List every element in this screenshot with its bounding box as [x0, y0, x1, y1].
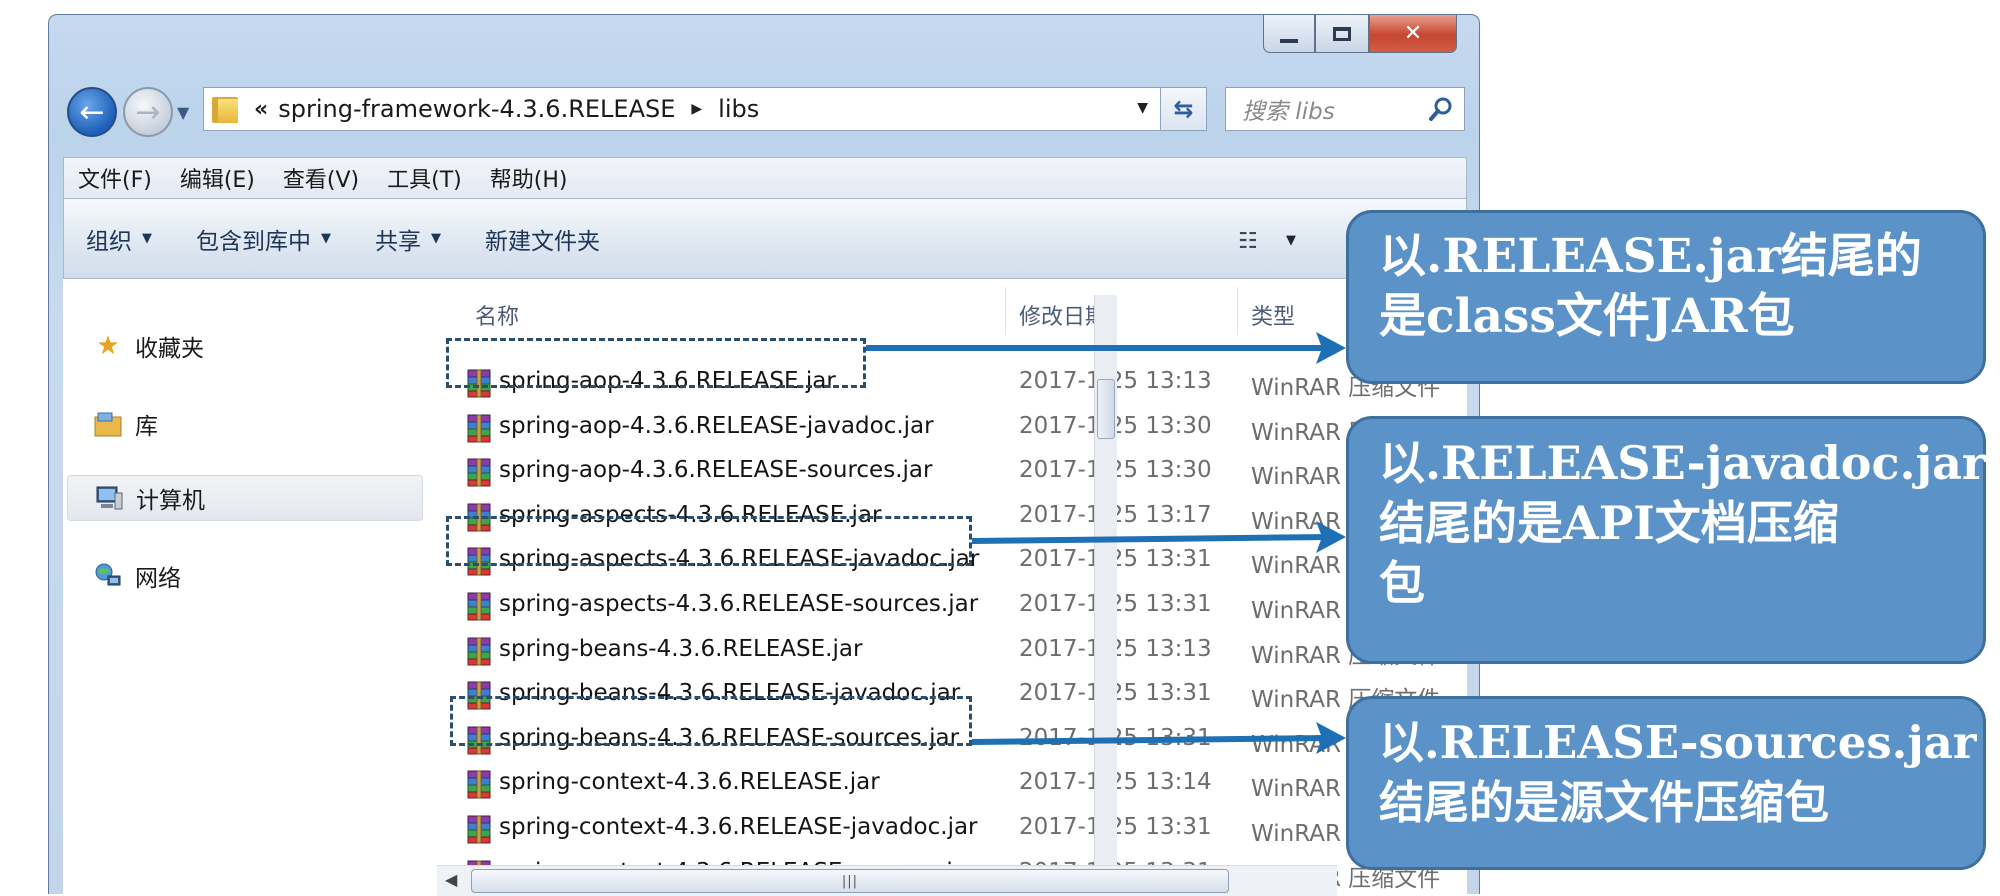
include-in-library-button[interactable]: 包含到库中 ▼	[196, 222, 331, 256]
maximize-button[interactable]	[1315, 15, 1369, 53]
navigation-pane: ★ 收藏夹 库 计算机 网络	[63, 279, 438, 895]
horizontal-scrollbar[interactable]: ◀ |||	[437, 865, 1337, 896]
close-icon: ✕	[1403, 21, 1423, 46]
vertical-scrollbar[interactable]	[1094, 295, 1117, 885]
nav-item-label: 收藏夹	[135, 336, 204, 362]
nav-item-label: 计算机	[136, 488, 205, 514]
nav-item-computer[interactable]: 计算机	[67, 475, 423, 521]
nav-item-label: 库	[135, 414, 158, 440]
refresh-button[interactable]: ⇆	[1161, 87, 1207, 131]
explorer-window: ✕ ← → ▼ « spring-framework-4.3.6.RELEASE…	[48, 14, 1480, 896]
callout-line: 以.RELEASE-sources.jar	[1379, 716, 1977, 769]
callout-sources-jar: 以.RELEASE-sources.jar 结尾的是源文件压缩包	[1346, 696, 1986, 870]
star-icon: ★	[96, 331, 120, 361]
folder-icon	[212, 95, 238, 123]
back-arrow-icon: ←	[79, 94, 105, 130]
callout-release-jar: 以.RELEASE.jar结尾的 是class文件JAR包	[1346, 210, 1986, 384]
winrar-archive-icon	[465, 591, 493, 621]
file-name: spring-context-4.3.6.RELEASE.jar	[499, 769, 880, 796]
network-icon	[93, 561, 123, 591]
callout-line: 以.RELEASE.jar结尾的	[1379, 229, 1922, 284]
address-dropdown-icon[interactable]: ▼	[1137, 100, 1148, 116]
recent-pages-dropdown[interactable]: ▼	[177, 103, 189, 122]
view-options-icon[interactable]: ☷	[1238, 229, 1258, 254]
menu-help[interactable]: 帮助(H)	[476, 162, 582, 194]
nav-item-libraries[interactable]: 库	[93, 407, 158, 441]
column-divider[interactable]	[1237, 287, 1238, 335]
file-name: spring-beans-4.3.6.RELEASE.jar	[499, 635, 863, 662]
menu-file[interactable]: 文件(F)	[64, 162, 166, 194]
column-header-name[interactable]: 名称	[475, 299, 519, 331]
organize-label: 组织	[86, 228, 132, 255]
menu-bar: 文件(F) 编辑(E) 查看(V) 工具(T) 帮助(H)	[63, 157, 1467, 199]
file-row[interactable]: spring-context-4.3.6.RELEASE.jar 2017-1-2…	[437, 764, 1467, 804]
file-name: spring-aop-4.3.6.RELEASE-javadoc.jar	[499, 412, 934, 439]
highlight-box-javadoc-jar	[446, 516, 972, 566]
new-folder-button[interactable]: 新建文件夹	[485, 222, 600, 256]
library-icon	[93, 409, 123, 439]
refresh-icon: ⇆	[1173, 95, 1194, 123]
breadcrumb-overflow[interactable]: «	[254, 97, 268, 122]
file-name: spring-context-4.3.6.RELEASE-javadoc.jar	[499, 814, 978, 840]
search-input[interactable]: 搜索 libs	[1225, 87, 1465, 131]
nav-item-favorites[interactable]: ★ 收藏夹	[93, 329, 204, 363]
scrollbar-thumb[interactable]: |||	[471, 869, 1229, 893]
share-button[interactable]: 共享 ▼	[375, 222, 441, 256]
winrar-archive-icon	[465, 769, 493, 799]
callout-line: 结尾的是源文件压缩包	[1379, 776, 1830, 829]
computer-icon	[94, 483, 124, 513]
forward-arrow-icon: →	[135, 94, 161, 130]
winrar-archive-icon	[465, 636, 493, 666]
scroll-left-arrow-icon[interactable]: ◀	[445, 870, 457, 889]
file-row[interactable]: spring-context-4.3.6.RELEASE-javadoc.jar…	[437, 809, 1467, 849]
file-row[interactable]: spring-aop-4.3.6.RELEASE-javadoc.jar 2017…	[437, 408, 1467, 448]
file-name: spring-aspects-4.3.6.RELEASE-sources.jar	[499, 591, 979, 617]
breadcrumb-spring-framework[interactable]: spring-framework-4.3.6.RELEASE	[278, 95, 675, 123]
callout-line: 是class文件JAR包	[1379, 289, 1795, 344]
back-button[interactable]: ←	[67, 87, 117, 137]
nav-item-label: 网络	[135, 566, 181, 592]
share-label: 共享	[375, 228, 421, 255]
winrar-archive-icon	[465, 413, 493, 443]
include-in-library-label: 包含到库中	[196, 228, 311, 255]
column-header-type[interactable]: 类型	[1251, 299, 1295, 331]
breadcrumb-libs[interactable]: libs	[718, 95, 759, 123]
maximize-icon	[1333, 26, 1351, 41]
winrar-archive-icon	[465, 814, 493, 844]
forward-button[interactable]: →	[123, 87, 173, 137]
scrollbar-thumb[interactable]	[1097, 379, 1115, 439]
menu-edit[interactable]: 编辑(E)	[166, 162, 269, 194]
column-divider[interactable]	[1005, 287, 1006, 335]
minimize-icon	[1280, 38, 1298, 43]
organize-button[interactable]: 组织 ▼	[86, 222, 152, 256]
minimize-button[interactable]	[1263, 15, 1315, 53]
new-folder-label: 新建文件夹	[485, 228, 600, 255]
highlight-box-release-jar	[446, 338, 866, 388]
nav-item-network[interactable]: 网络	[93, 559, 181, 593]
callout-line: 包	[1379, 556, 1425, 610]
winrar-archive-icon	[465, 457, 493, 487]
chevron-down-icon: ▼	[431, 231, 441, 246]
menu-view[interactable]: 查看(V)	[269, 162, 373, 194]
callout-line: 以.RELEASE-javadoc.jar	[1379, 436, 1987, 490]
chevron-down-icon: ▼	[321, 231, 331, 246]
search-placeholder: 搜索 libs	[1242, 99, 1335, 125]
window-caption-buttons: ✕	[1263, 15, 1457, 55]
file-row[interactable]: spring-aspects-4.3.6.RELEASE-sources.jar…	[437, 586, 1467, 626]
file-row[interactable]: spring-aop-4.3.6.RELEASE-sources.jar 2017…	[437, 452, 1467, 492]
file-row[interactable]: spring-beans-4.3.6.RELEASE.jar 2017-1-25 …	[437, 631, 1467, 671]
close-button[interactable]: ✕	[1369, 15, 1457, 53]
view-dropdown-icon[interactable]: ▼	[1286, 233, 1296, 248]
command-bar: 组织 ▼ 包含到库中 ▼ 共享 ▼ 新建文件夹 ☷ ▼	[63, 199, 1467, 279]
address-bar[interactable]: « spring-framework-4.3.6.RELEASE ▶ libs …	[203, 87, 1161, 131]
search-icon[interactable]	[1428, 96, 1454, 122]
callout-line: 结尾的是API文档压缩	[1379, 496, 1839, 550]
chevron-down-icon: ▼	[142, 231, 152, 246]
breadcrumb-chevron-icon[interactable]: ▶	[691, 101, 702, 117]
file-name: spring-aop-4.3.6.RELEASE-sources.jar	[499, 457, 933, 484]
highlight-box-sources-jar	[450, 696, 972, 746]
callout-javadoc-jar: 以.RELEASE-javadoc.jar 结尾的是API文档压缩 包	[1346, 416, 1986, 664]
menu-tools[interactable]: 工具(T)	[373, 162, 476, 194]
